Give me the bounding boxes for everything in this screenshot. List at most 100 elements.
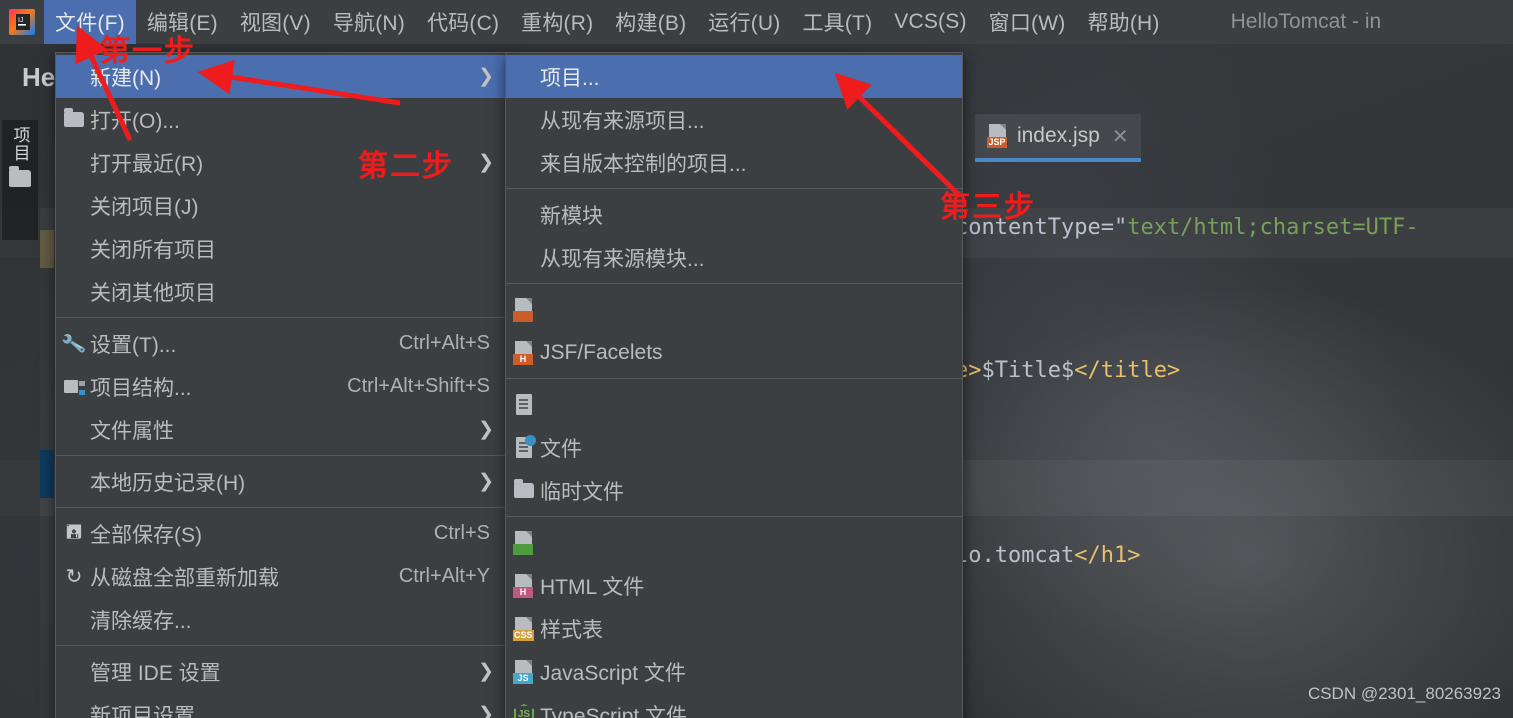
submenu-item-project-from-version-control[interactable]: 来自版本控制的项目... bbox=[506, 141, 962, 184]
menu-help[interactable]: 帮助(H) bbox=[1076, 0, 1170, 44]
step-2-label: 第二步 bbox=[358, 150, 454, 183]
submenu-item-javascript-file[interactable]: CSS 样式表 bbox=[506, 607, 962, 650]
menu-tools[interactable]: 工具(T) bbox=[791, 0, 883, 44]
menu-item-label: 从现有来源项目... bbox=[540, 109, 705, 133]
menu-item-label: 全部保存(S) bbox=[90, 523, 202, 547]
intellij-idea-logo-icon: IJ bbox=[0, 0, 44, 44]
submenu-item-jsp-jspx[interactable]: H JSF/Facelets bbox=[506, 331, 962, 374]
menu-separator bbox=[56, 455, 506, 456]
sidebar-item-project[interactable]: 项目 bbox=[2, 120, 38, 240]
submenu-item-project[interactable]: 项目... bbox=[506, 55, 962, 98]
menu-tools-label: 工具(T) bbox=[802, 12, 873, 35]
code-segment: </h1> bbox=[1074, 543, 1141, 568]
menu-item-label: 样式表 bbox=[540, 618, 603, 642]
menu-item-close-other-projects[interactable]: 关闭其他项目 bbox=[56, 270, 506, 313]
folder-icon bbox=[9, 166, 31, 187]
menu-code-label: 代码(C) bbox=[426, 12, 500, 35]
menu-item-invalidate-caches[interactable]: 清除缓存... bbox=[56, 598, 506, 641]
submenu-item-module-from-existing-sources[interactable]: 从现有来源模块... bbox=[506, 236, 962, 279]
menu-separator bbox=[56, 317, 506, 318]
code-segment: " bbox=[1113, 215, 1128, 240]
submenu-item-html-file[interactable] bbox=[506, 521, 962, 564]
file-badge-icon: JS bbox=[512, 659, 536, 684]
submenu-item-new-module[interactable]: 新模块 bbox=[506, 193, 962, 236]
file-badge-label: H bbox=[513, 586, 533, 598]
menu-item-new-project-settings[interactable]: 新项目设置 ❯ bbox=[56, 693, 506, 718]
close-icon[interactable]: ✕ bbox=[1112, 124, 1129, 149]
project-structure-icon bbox=[62, 375, 86, 399]
menu-item-project-structure[interactable]: 项目结构... Ctrl+Alt+Shift+S bbox=[56, 365, 506, 408]
menu-build[interactable]: 构建(B) bbox=[604, 0, 697, 44]
menu-item-open[interactable]: 打开(O)... bbox=[56, 98, 506, 141]
menu-vcs[interactable]: VCS(S) bbox=[883, 0, 977, 44]
menu-item-manage-ide-settings[interactable]: 管理 IDE 设置 ❯ bbox=[56, 650, 506, 693]
menu-separator bbox=[506, 516, 962, 517]
new-submenu[interactable]: 项目... 从现有来源项目... 来自版本控制的项目... 新模块 从现有来源模… bbox=[505, 52, 963, 718]
submenu-item-scratch-file[interactable]: 文件 bbox=[506, 426, 962, 469]
menu-item-label: 关闭其他项目 bbox=[90, 281, 216, 305]
menu-item-label: 新项目设置 bbox=[90, 704, 195, 718]
menu-window-label: 窗口(W) bbox=[988, 12, 1066, 35]
menu-item-shortcut: Ctrl+Alt+Y bbox=[398, 565, 490, 587]
menu-build-label: 构建(B) bbox=[615, 12, 687, 35]
menu-navigate-label: 导航(N) bbox=[332, 12, 405, 35]
file-badge-label: JS bbox=[513, 672, 533, 684]
file-badge-icon: H bbox=[512, 573, 536, 598]
menu-item-label: JSF/Facelets bbox=[540, 340, 663, 364]
menu-item-shortcut: Ctrl+Alt+Shift+S bbox=[347, 375, 490, 397]
menu-item-label: TypeScript 文件 bbox=[540, 704, 688, 718]
submenu-item-package-json-file[interactable]: JS TypeScript 文件 bbox=[506, 693, 962, 718]
menu-item-label: 从磁盘全部重新加载 bbox=[90, 566, 279, 590]
menu-run-label: 运行(U) bbox=[708, 12, 781, 35]
menu-separator bbox=[506, 188, 962, 189]
code-segment: text/html;charset=UTF- bbox=[1127, 215, 1419, 240]
step-3-label: 第三步 bbox=[940, 191, 1036, 224]
menu-item-label: 管理 IDE 设置 bbox=[90, 661, 221, 685]
menu-item-label: 清除缓存... bbox=[90, 609, 192, 633]
menu-bar[interactable]: IJ 文件(F) 编辑(E) 视图(V) 导航(N) 代码(C) 重构(R) 构… bbox=[0, 0, 1513, 44]
file-badge-icon: JSP bbox=[986, 124, 1009, 148]
editor-marker-olive bbox=[40, 230, 54, 268]
submenu-item-jsf-facelets[interactable] bbox=[506, 288, 962, 331]
menu-code[interactable]: 代码(C) bbox=[416, 0, 510, 44]
file-badge-icon bbox=[512, 297, 536, 322]
nodejs-icon: JS bbox=[512, 703, 536, 718]
code-segment: $Title$ bbox=[981, 358, 1075, 383]
project-panel-title: He bbox=[22, 62, 56, 92]
menu-view[interactable]: 视图(V) bbox=[229, 0, 322, 44]
menu-item-label: 打开(O)... bbox=[90, 109, 180, 133]
menu-refactor[interactable]: 重构(R) bbox=[510, 0, 604, 44]
menu-item-file-properties[interactable]: 文件属性 ❯ bbox=[56, 408, 506, 451]
save-icon: 🖪 bbox=[65, 521, 83, 543]
menu-view-label: 视图(V) bbox=[239, 12, 311, 35]
menu-refactor-label: 重构(R) bbox=[521, 12, 594, 35]
menu-item-label: 临时文件 bbox=[540, 480, 624, 504]
file-badge-icon: H bbox=[512, 340, 536, 365]
menu-separator bbox=[506, 378, 962, 379]
submenu-item-stylesheet[interactable]: H HTML 文件 bbox=[506, 564, 962, 607]
submenu-item-project-from-existing-sources[interactable]: 从现有来源项目... bbox=[506, 98, 962, 141]
menu-item-settings[interactable]: 🔧 设置(T)... Ctrl+Alt+S bbox=[56, 322, 506, 365]
menu-item-close-project[interactable]: 关闭项目(J) bbox=[56, 184, 506, 227]
menu-window[interactable]: 窗口(W) bbox=[978, 0, 1077, 44]
editor-tab-index-jsp[interactable]: JSP index.jsp ✕ bbox=[974, 114, 1141, 162]
plain-file-icon bbox=[512, 393, 536, 417]
submenu-item-file[interactable] bbox=[506, 383, 962, 426]
code-segment: </title> bbox=[1074, 358, 1181, 383]
menu-item-save-all[interactable]: 🖪 全部保存(S) Ctrl+S bbox=[56, 512, 506, 555]
menu-item-close-all-projects[interactable]: 关闭所有项目 bbox=[56, 227, 506, 270]
chevron-right-icon: ❯ bbox=[478, 152, 494, 173]
menu-item-label: 来自版本控制的项目... bbox=[540, 152, 747, 176]
menu-item-label: 设置(T)... bbox=[90, 333, 177, 357]
submenu-item-typescript-file[interactable]: JS JavaScript 文件 bbox=[506, 650, 962, 693]
menu-navigate[interactable]: 导航(N) bbox=[322, 0, 416, 44]
left-tool-strip[interactable]: 项目 bbox=[0, 44, 40, 718]
menu-item-label: JavaScript 文件 bbox=[540, 661, 686, 685]
menu-run[interactable]: 运行(U) bbox=[697, 0, 791, 44]
code-segment: lo.tomcat bbox=[955, 543, 1075, 568]
menu-item-label: 新模块 bbox=[540, 204, 603, 228]
menu-item-reload-all-from-disk[interactable]: ↻ 从磁盘全部重新加载 Ctrl+Alt+Y bbox=[56, 555, 506, 598]
submenu-item-directory[interactable]: 临时文件 bbox=[506, 469, 962, 512]
menu-item-local-history[interactable]: 本地历史记录(H) ❯ bbox=[56, 460, 506, 503]
menu-item-label: 文件 bbox=[540, 437, 582, 461]
